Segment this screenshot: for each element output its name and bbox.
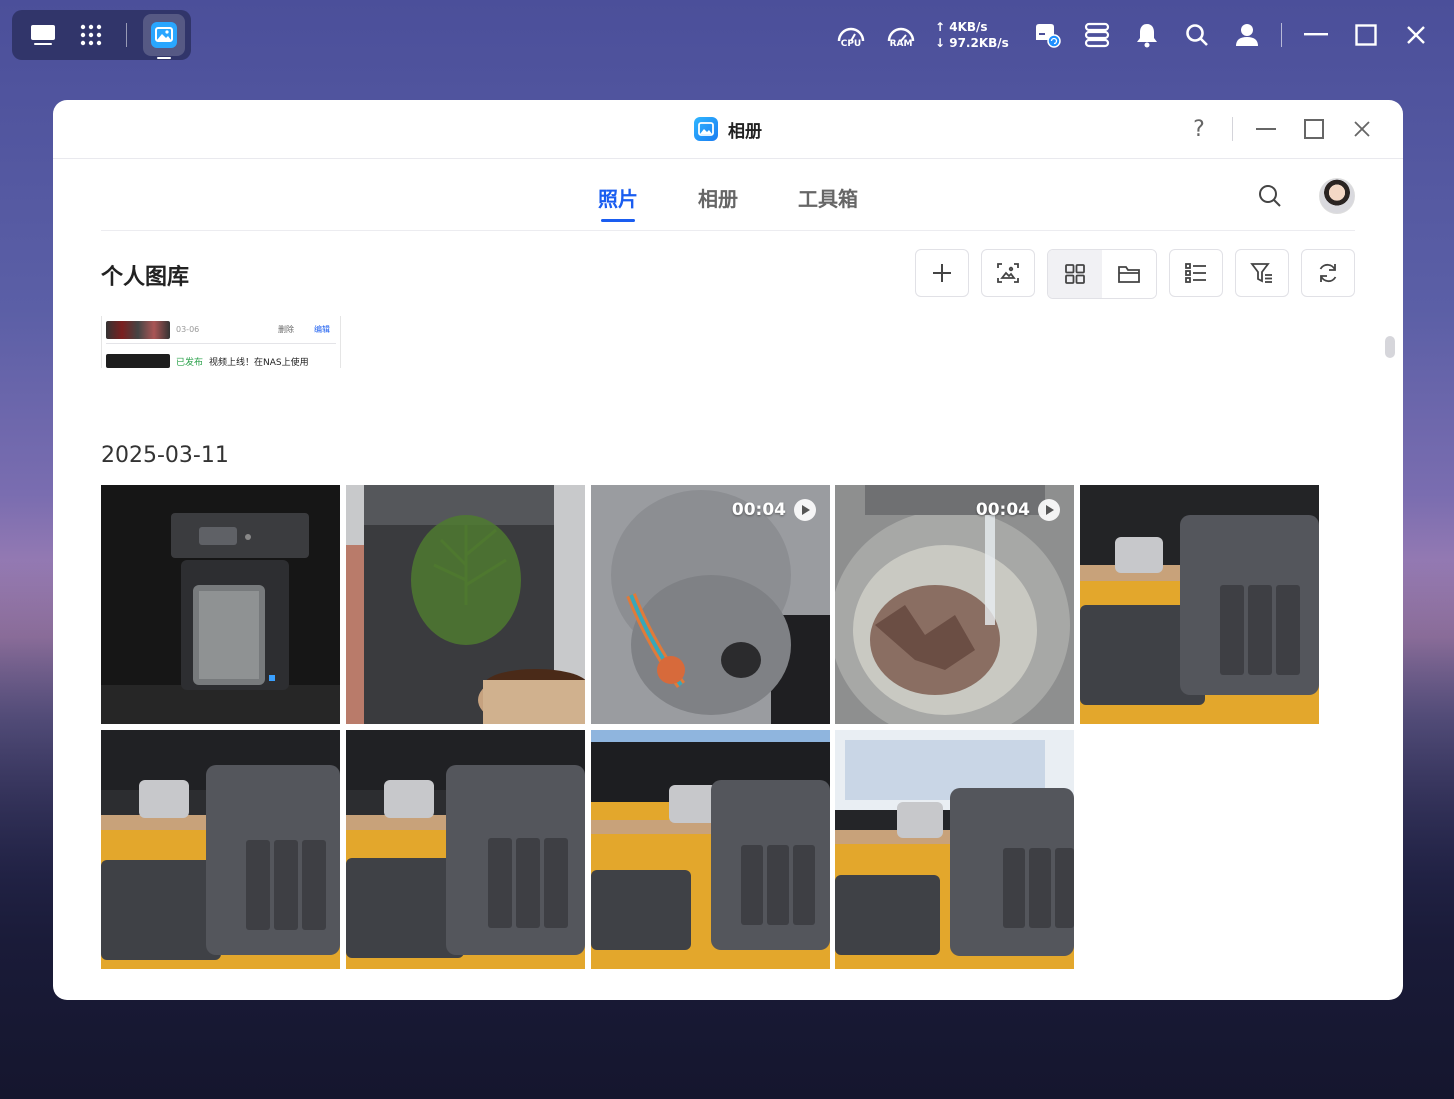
tab-bar: 照片 相册 工具箱: [101, 183, 1355, 222]
tab-toolbox[interactable]: 工具箱: [798, 183, 858, 222]
cpu-label: CPU: [840, 39, 862, 49]
photo-thumbnail[interactable]: [591, 730, 830, 969]
photo-nas-desk-3: [346, 730, 585, 969]
photo-thumbnail[interactable]: [101, 730, 340, 969]
folder-view-button[interactable]: [1102, 250, 1156, 298]
video-duration: 00:04: [732, 499, 816, 521]
list-item: 已发布 视频上线！在NAS上使用: [106, 350, 336, 368]
add-button[interactable]: [915, 249, 969, 297]
photos-app-taskbar-button[interactable]: [143, 14, 185, 59]
upload-speed: ↑ 4KB/s: [935, 20, 988, 34]
minimize-button[interactable]: [1251, 114, 1281, 144]
list-icon: [1185, 263, 1206, 283]
window-title-text: 相册: [728, 121, 762, 142]
video-thumbnail: [106, 354, 170, 368]
download-speed: ↓ 97.2KB/s: [935, 36, 1009, 50]
ram-meter[interactable]: RAM: [885, 21, 917, 49]
item-title-text: 视频上线！在NAS上使用: [209, 357, 309, 368]
list-item: 03-06 删除 编辑: [106, 316, 336, 344]
photo-nas-desk-5: [835, 730, 1074, 969]
taskbar-divider: [126, 23, 127, 47]
app-grid-icon[interactable]: [78, 22, 104, 48]
photos-app-icon: [694, 117, 718, 141]
view-mode-toggle: [1047, 249, 1157, 299]
item-status-text: 已发布: [176, 357, 204, 368]
notification-bell-icon[interactable]: [1131, 19, 1163, 51]
vertical-scrollbar[interactable]: [1385, 336, 1395, 358]
plus-icon: [933, 264, 951, 282]
photos-app-icon: [151, 22, 177, 48]
video-thumbnail: [106, 320, 170, 339]
close-button[interactable]: [1347, 114, 1377, 144]
item-delete-text: 删除: [278, 325, 294, 334]
photo-timeline[interactable]: 03-06 删除 编辑 已发布 视频上线！在NAS上使用 2025-03-11: [101, 316, 1371, 1000]
window-titlebar[interactable]: 相册 ?: [53, 100, 1403, 159]
maximize-icon: [1304, 119, 1324, 139]
scan-image-icon: [997, 263, 1019, 283]
screenshot-thumbnail-partial[interactable]: 03-06 删除 编辑 已发布 视频上线！在NAS上使用: [101, 316, 341, 368]
task-manager-icon[interactable]: [1081, 19, 1113, 51]
avatar[interactable]: [1319, 178, 1355, 214]
video-duration-text: 00:04: [975, 500, 1030, 520]
library-toolbar: 个人图库: [101, 231, 1355, 315]
photo-thumbnail[interactable]: [1080, 485, 1319, 724]
video-duration: 00:04: [976, 499, 1060, 521]
search-icon: [1259, 185, 1281, 207]
desktop-maximize-icon[interactable]: [1350, 19, 1382, 51]
list-view-button[interactable]: [1169, 249, 1223, 297]
photo-nas-desk-2: [101, 730, 340, 969]
photo-thumbnail[interactable]: [346, 730, 585, 969]
page-title: 个人图库: [101, 265, 190, 290]
filter-icon: [1250, 263, 1272, 283]
photo-nas-desk-1: [1080, 485, 1319, 724]
window-controls: ?: [1184, 114, 1377, 144]
taskbar-launcher: [12, 10, 191, 60]
desktop-close-icon[interactable]: [1400, 19, 1432, 51]
window-title: 相册: [694, 117, 762, 142]
tab-albums[interactable]: 相册: [698, 183, 738, 222]
grid-view-button[interactable]: [1048, 250, 1102, 298]
toolbar-actions: [915, 249, 1355, 299]
photo-nas-with-plant: [346, 485, 585, 724]
window-controls-divider: [1232, 117, 1233, 141]
storage-sync-icon[interactable]: [1031, 19, 1063, 51]
desktop-icon[interactable]: [30, 22, 56, 48]
item-date: 03-06: [176, 325, 200, 334]
video-thumbnail[interactable]: 00:04: [591, 485, 830, 724]
photos-window: 相册 ? 照片 相册 工具箱 个人图库 03-06 删除 编辑 已发布 视频上线…: [53, 100, 1403, 1000]
video-duration-text: 00:04: [731, 500, 786, 520]
image-recognition-button[interactable]: [981, 249, 1035, 297]
tab-photos[interactable]: 照片: [598, 183, 638, 222]
photo-thumbnail[interactable]: [346, 485, 585, 724]
refresh-icon: [1319, 263, 1337, 283]
play-icon: [1038, 499, 1060, 521]
search-icon[interactable]: [1181, 19, 1213, 51]
maximize-button[interactable]: [1299, 114, 1329, 144]
network-speed[interactable]: ↑ 4KB/s ↓ 97.2KB/s: [935, 19, 1013, 51]
item-edit-text: 编辑: [314, 325, 330, 334]
help-button[interactable]: ?: [1184, 114, 1214, 144]
cpu-meter[interactable]: CPU: [835, 21, 867, 49]
desktop-minimize-icon[interactable]: [1300, 19, 1332, 51]
photo-search-button[interactable]: [1257, 183, 1283, 209]
photo-thumbnail[interactable]: [835, 730, 1074, 969]
photo-nas-desk-4: [591, 730, 830, 969]
close-icon: [1354, 121, 1370, 137]
refresh-button[interactable]: [1301, 249, 1355, 297]
main-navigation: 照片 相册 工具箱: [101, 159, 1355, 231]
video-thumbnail[interactable]: 00:04: [835, 485, 1074, 724]
folder-icon: [1118, 266, 1140, 283]
grid-icon: [1065, 264, 1085, 284]
tray-divider: [1281, 23, 1282, 47]
play-icon: [794, 499, 816, 521]
minimize-icon: [1256, 127, 1276, 130]
photo-nas-closeup: [101, 485, 340, 724]
ram-label: RAM: [889, 39, 913, 49]
system-tray: CPU RAM ↑ 4KB/s ↓ 97.2KB/s: [835, 10, 1432, 60]
user-account-icon[interactable]: [1231, 19, 1263, 51]
date-group-header: 2025-03-11: [101, 443, 229, 468]
filter-button[interactable]: [1235, 249, 1289, 297]
photo-thumbnail[interactable]: [101, 485, 340, 724]
